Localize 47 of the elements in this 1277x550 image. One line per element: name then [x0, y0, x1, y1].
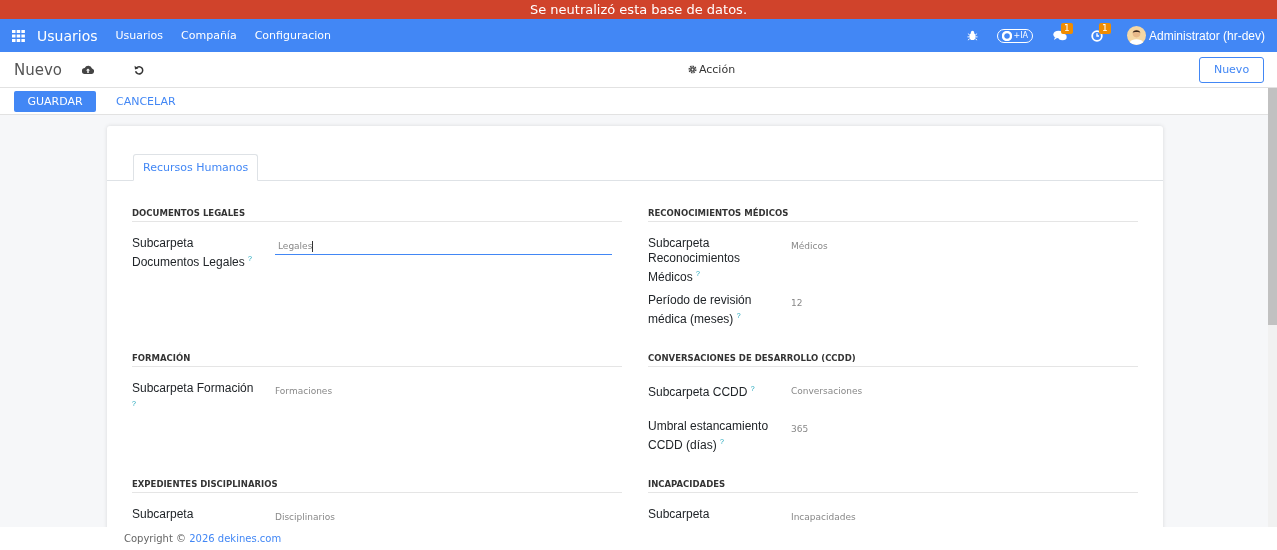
menu-item[interactable]: Configuracion	[254, 29, 331, 42]
input-field[interactable]: Conversaciones	[791, 381, 1138, 400]
cloud-upload-icon[interactable]	[82, 65, 94, 74]
field-label: Subcarpeta CCDD $^{?}$	[648, 384, 756, 401]
notification-badge: 1	[1098, 22, 1111, 34]
bug-icon[interactable]	[967, 30, 979, 41]
copyright-text: Copyright © 2026 dekines.com	[124, 533, 282, 544]
website-link[interactable]: 2026 dekines.com	[189, 533, 282, 544]
section-title: RECONOCIMIENTOS MÉDICOS	[648, 208, 1138, 222]
field-label: Subcarpeta Reconocimientos Médicos $^{?}$	[648, 236, 742, 285]
field-label: Subcarpeta Documentos Legales $^{?}$	[132, 236, 253, 270]
clock-icon[interactable]	[1090, 29, 1103, 42]
section-title: INCAPACIDADES	[648, 479, 1138, 493]
apps-grid-icon[interactable]	[12, 29, 25, 42]
input-field[interactable]: Legales	[275, 236, 612, 255]
cancel-button[interactable]: CANCELAR	[116, 94, 176, 108]
action-menu[interactable]: Acción	[687, 63, 736, 76]
section-title: DOCUMENTOS LEGALES	[132, 208, 622, 222]
section-title: EXPEDIENTES DISCIPLINARIOS	[132, 479, 622, 493]
field-label: Subcarpeta	[132, 507, 195, 523]
notification-badge: 1	[1060, 22, 1073, 34]
input-field[interactable]: Disciplinarios	[275, 507, 622, 526]
section-title: CONVERSACIONES DE DESARROLLO (CCDD)	[648, 353, 1138, 367]
toggle-icon	[1002, 30, 1013, 41]
input-field[interactable]: 12	[791, 293, 1138, 312]
avatar-icon[interactable]	[1126, 26, 1146, 45]
field-label: Umbral estancamiento CCDD (días) $^{?}$	[648, 419, 770, 453]
input-field[interactable]: Médicos	[791, 236, 1138, 255]
tab[interactable]: Recursos Humanos	[133, 154, 259, 181]
user-menu[interactable]: Administrator (hr-dev)	[1148, 28, 1265, 43]
new-button[interactable]: Nuevo	[1199, 56, 1264, 83]
undo-icon[interactable]	[134, 64, 144, 75]
field-label: Subcarpeta	[648, 507, 711, 523]
input-field[interactable]: Incapacidades	[791, 507, 1138, 526]
scrollbar[interactable]	[1268, 88, 1277, 527]
banner-text: Se neutralizó esta base de datos.	[529, 2, 747, 17]
scrollbar-thumb[interactable]	[1268, 88, 1277, 325]
input-field[interactable]: 365	[791, 419, 1138, 438]
section-title: FORMACIÓN	[132, 353, 622, 367]
menu-item[interactable]: Compañía	[181, 29, 237, 42]
app-name-link[interactable]: Usuarios	[37, 27, 98, 44]
save-button[interactable]: GUARDAR	[14, 90, 96, 112]
field-label: Período de revisión médica (meses) $^{?}$	[648, 293, 753, 327]
menu-item[interactable]: Usuarios	[115, 29, 164, 42]
gear-icon	[687, 65, 697, 74]
breadcrumb: Nuevo	[14, 60, 62, 79]
input-field[interactable]: Formaciones	[275, 381, 622, 400]
